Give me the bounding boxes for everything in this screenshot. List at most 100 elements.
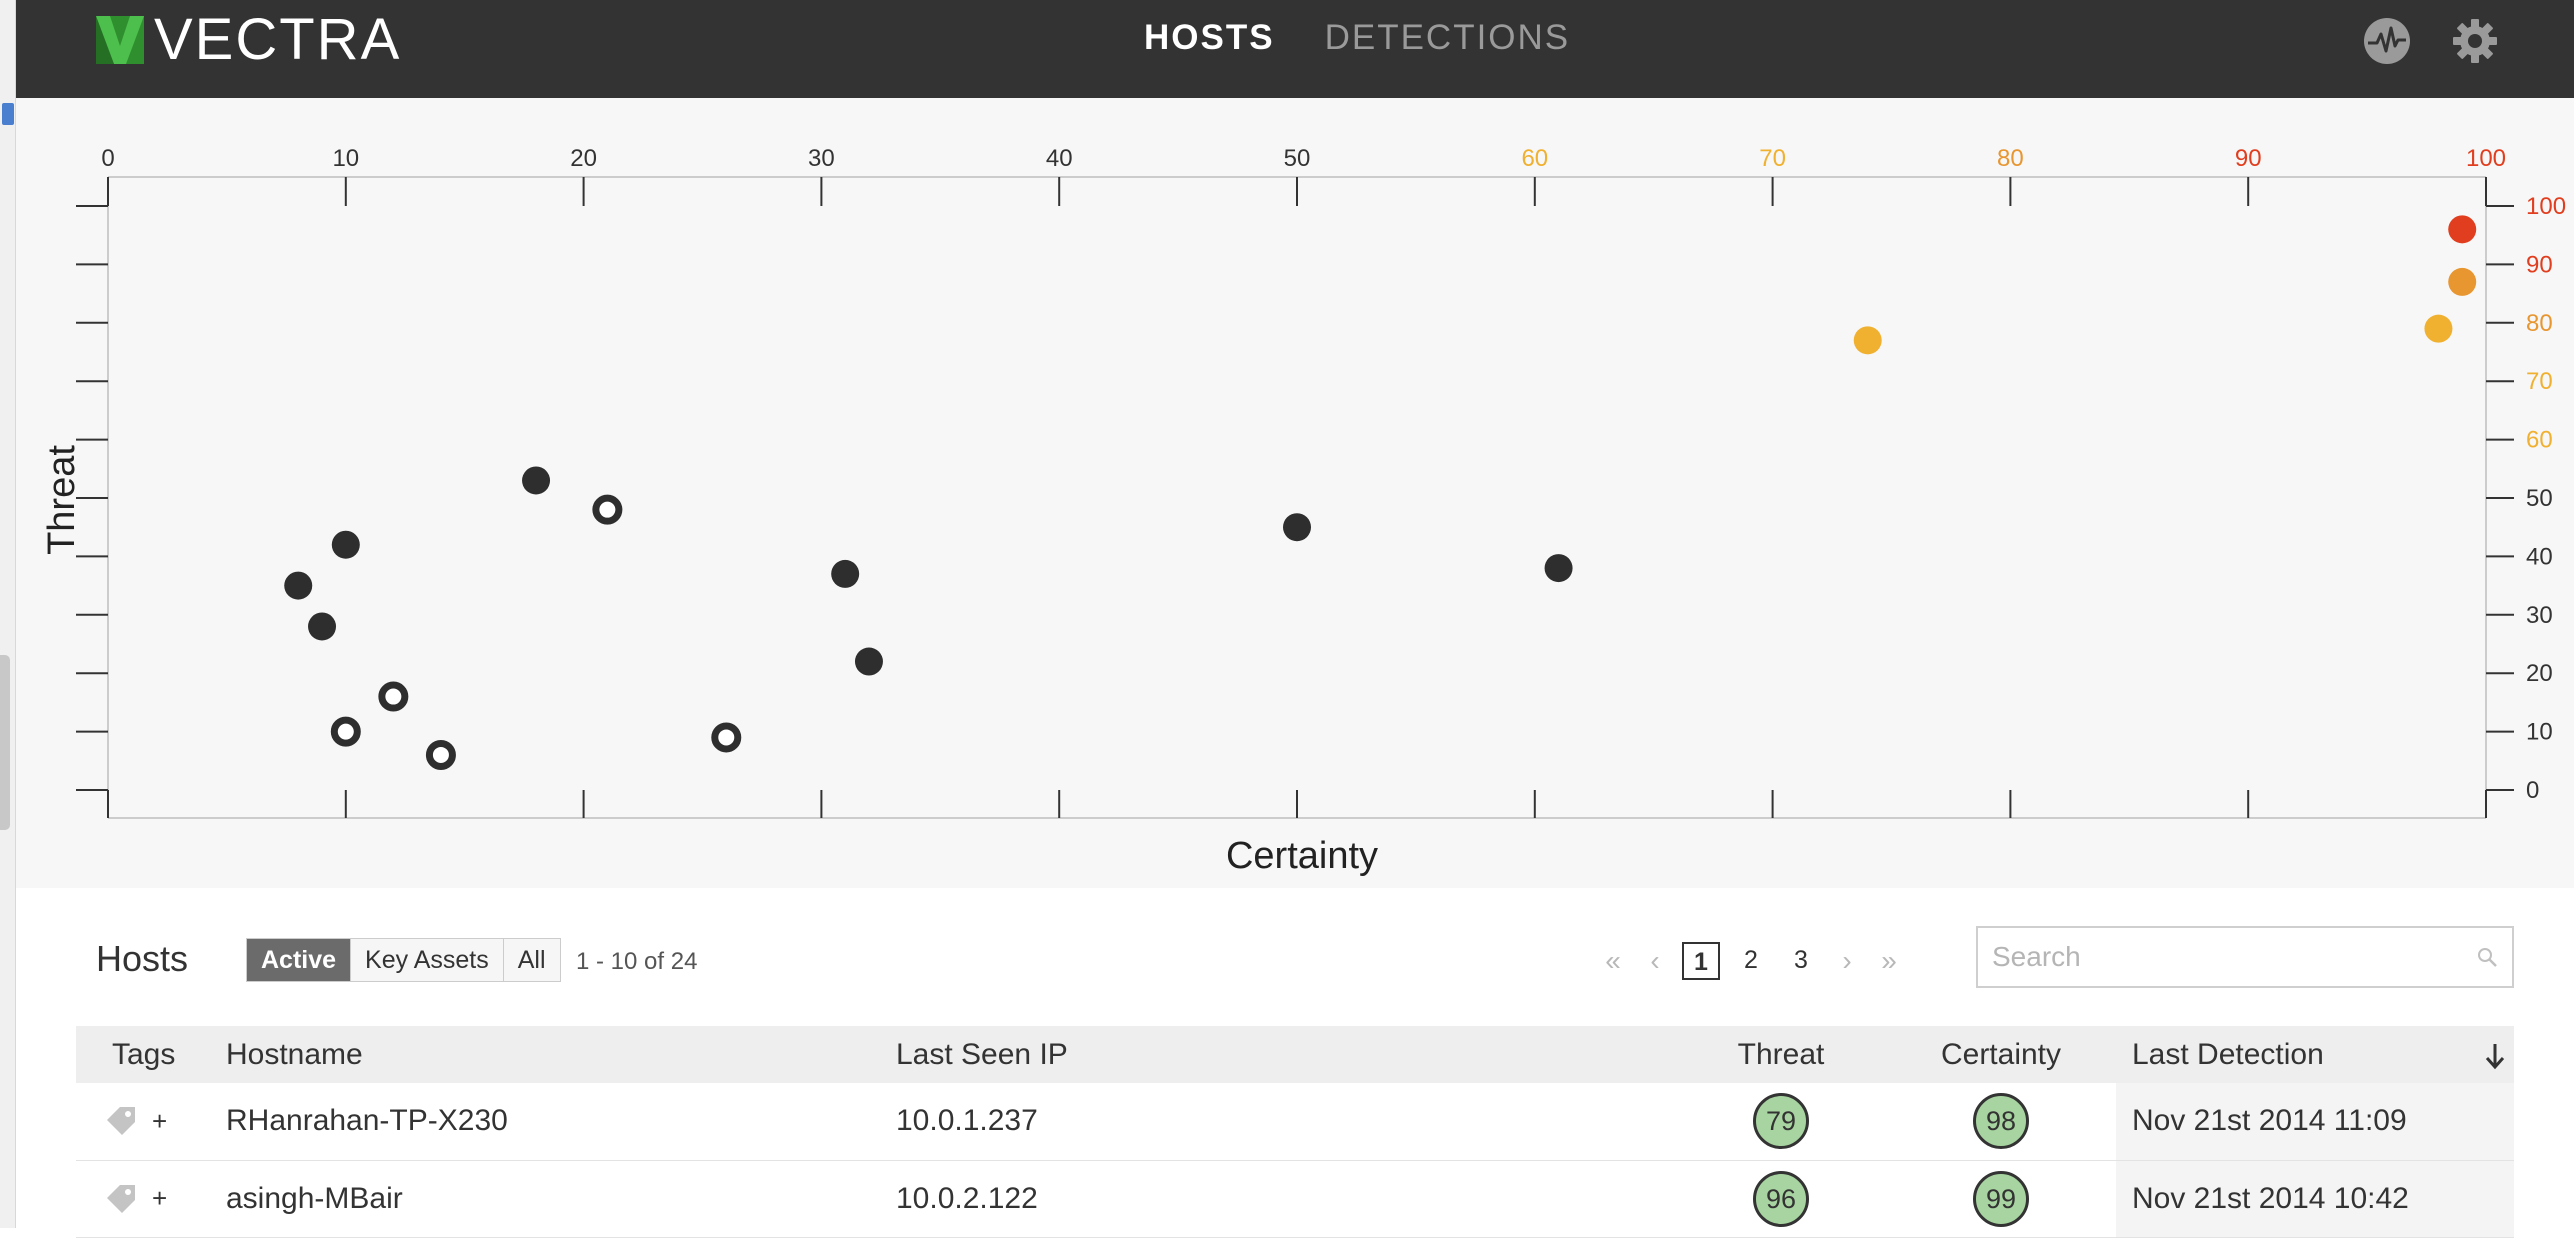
threat-score-badge: 79 — [1753, 1093, 1809, 1150]
gear-icon[interactable] — [2450, 16, 2500, 66]
x-axis-label: Certainty — [1226, 835, 1378, 877]
y-tick-label: 50 — [2526, 485, 2553, 512]
search-icon[interactable] — [2476, 946, 2498, 968]
tags-cell: + — [76, 1160, 226, 1238]
certainty-cell: 98 — [1886, 1083, 2116, 1161]
host-point-ring — [711, 722, 742, 753]
host-point — [284, 571, 313, 600]
main-nav: HOSTS DETECTIONS — [1144, 18, 1570, 58]
tab-hosts[interactable]: HOSTS — [1144, 18, 1275, 58]
y-tick-label: 20 — [2526, 660, 2553, 687]
brand-name: VECTRA — [154, 7, 402, 72]
hosts-table: Tags Hostname Last Seen IP Threat Certai… — [76, 1026, 2514, 1238]
x-tick-label: 0 — [101, 145, 114, 172]
host-point-ring — [425, 739, 456, 770]
y-tick-label: 70 — [2526, 368, 2553, 395]
host-point — [522, 466, 551, 495]
x-tick-label: 10 — [332, 145, 359, 172]
ip-cell: 10.0.2.122 — [896, 1160, 1676, 1238]
column-header-hostname[interactable]: Hostname — [226, 1026, 896, 1083]
prev-page-icon[interactable]: ‹ — [1640, 945, 1670, 977]
gutter-scrollbar[interactable] — [0, 655, 10, 830]
y-tick-label: 10 — [2526, 719, 2553, 746]
tag-icon[interactable] — [104, 1182, 138, 1216]
hostname-cell[interactable]: RHanrahan-TP-X230 — [226, 1083, 896, 1161]
vectra-logo-mark-icon — [96, 16, 144, 64]
host-point — [2448, 267, 2477, 296]
sort-arrow-down-icon[interactable] — [2484, 1042, 2506, 1070]
filter-key-assets-button[interactable]: Key Assets — [351, 939, 504, 981]
column-header-certainty[interactable]: Certainty — [1886, 1026, 2116, 1083]
y-tick-label: 60 — [2526, 427, 2553, 454]
x-tick-label: 60 — [1521, 145, 1548, 172]
x-tick-label: 90 — [2235, 145, 2262, 172]
page-1-button[interactable]: 1 — [1682, 942, 1720, 980]
y-tick-label: 40 — [2526, 543, 2553, 570]
x-tick-label: 50 — [1284, 145, 1311, 172]
y-tick-label: 30 — [2526, 602, 2553, 629]
tags-cell: + — [76, 1083, 226, 1161]
hosts-title: Hosts — [96, 938, 189, 979]
host-point — [308, 612, 337, 641]
tab-detections[interactable]: DETECTIONS — [1325, 18, 1571, 58]
host-point — [1544, 554, 1573, 583]
y-tick-label: 80 — [2526, 310, 2553, 337]
filter-active-button[interactable]: Active — [247, 939, 352, 981]
result-range: 1 - 10 of 24 — [576, 948, 698, 975]
page-3-button[interactable]: 3 — [1782, 942, 1820, 980]
y-tick-label: 90 — [2526, 251, 2553, 278]
host-filter-group: Active Key Assets All — [246, 938, 561, 982]
host-point — [854, 647, 883, 676]
search-input[interactable] — [1978, 928, 2458, 986]
y-axis-label: Threat — [41, 445, 83, 555]
browser-gutter — [0, 0, 16, 1228]
x-tick-label: 80 — [1997, 145, 2024, 172]
page-2-button[interactable]: 2 — [1732, 942, 1770, 980]
tag-icon[interactable] — [104, 1104, 138, 1138]
x-tick-label: 20 — [570, 145, 597, 172]
threat-certainty-chart: 0 10 20 30 40 50 60 70 80 90 100 0 10 20 30 40 50 60 70 80 9… — [16, 98, 2574, 888]
filter-all-button[interactable]: All — [503, 939, 560, 981]
gutter-list-icon[interactable] — [2, 103, 14, 125]
add-tag-button[interactable]: + — [152, 1106, 167, 1137]
hostname-cell[interactable]: asingh-MBair — [226, 1160, 896, 1238]
host-point-ring — [330, 716, 361, 747]
certainty-cell: 99 — [1886, 1160, 2116, 1238]
y-tick-label: 0 — [2526, 777, 2539, 804]
x-tick-label: 30 — [808, 145, 835, 172]
host-point — [2448, 215, 2477, 244]
certainty-score-badge: 98 — [1973, 1093, 2029, 1150]
host-point-ring — [592, 494, 623, 525]
next-page-icon[interactable]: › — [1832, 945, 1862, 977]
host-point — [1853, 326, 1882, 355]
column-header-tags[interactable]: Tags — [76, 1026, 226, 1083]
threat-cell: 96 — [1676, 1160, 1886, 1238]
host-point — [831, 559, 860, 588]
certainty-score-badge: 99 — [1973, 1170, 2029, 1227]
pulse-icon[interactable] — [2362, 16, 2412, 66]
last-page-icon[interactable]: » — [1874, 945, 1904, 977]
column-header-threat[interactable]: Threat — [1676, 1026, 1886, 1083]
search-box — [1976, 926, 2514, 988]
x-tick-label: 40 — [1046, 145, 1073, 172]
hosts-toolbar: Hosts Active Key Assets All 1 - 10 of 24… — [16, 890, 2574, 1020]
threat-cell: 79 — [1676, 1083, 1886, 1161]
host-point — [2424, 314, 2453, 343]
table-header-row: Tags Hostname Last Seen IP Threat Certai… — [76, 1026, 2514, 1083]
table-row[interactable]: + RHanrahan-TP-X230 10.0.1.237 79 98 Nov… — [76, 1083, 2514, 1161]
first-page-icon[interactable]: « — [1598, 945, 1628, 977]
table-row[interactable]: + asingh-MBair 10.0.2.122 96 99 Nov 21st… — [76, 1160, 2514, 1238]
x-tick-label: 70 — [1759, 145, 1786, 172]
vectra-logo[interactable]: VECTRA — [96, 7, 402, 72]
host-point — [331, 530, 360, 559]
column-header-ip[interactable]: Last Seen IP — [896, 1026, 1676, 1083]
last-detection-cell: Nov 21st 2014 10:42 — [2116, 1160, 2514, 1238]
threat-score-badge: 96 — [1753, 1170, 1809, 1227]
host-point-ring — [378, 681, 409, 712]
pagination: « ‹ 1 2 3 › » — [1598, 940, 1904, 982]
add-tag-button[interactable]: + — [152, 1183, 167, 1214]
column-header-last-detection[interactable]: Last Detection — [2116, 1026, 2514, 1083]
y-tick-label: 100 — [2526, 193, 2566, 220]
scatter-plot: 0 10 20 30 40 50 60 70 80 90 100 0 10 20 30 40 50 60 70 80 9… — [41, 145, 2566, 877]
ip-cell: 10.0.1.237 — [896, 1083, 1676, 1161]
